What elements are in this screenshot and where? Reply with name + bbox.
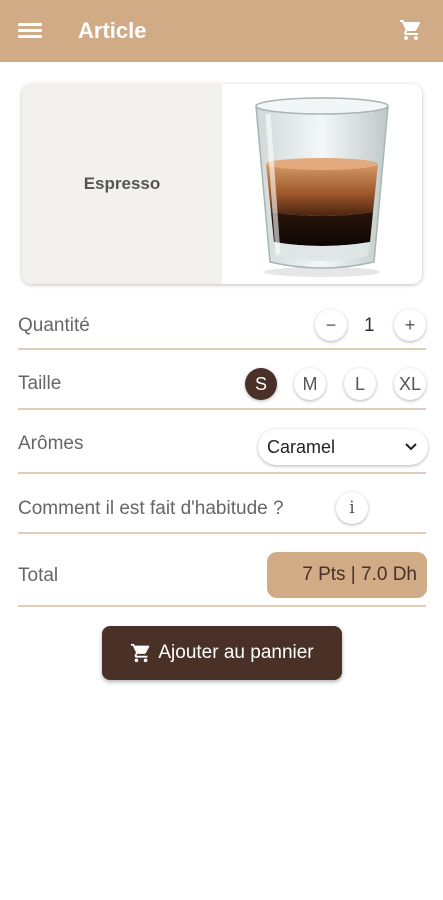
total-label: Total [18, 565, 59, 586]
quantity-value: 1 [364, 315, 375, 336]
add-to-cart-label: Ajouter au pannier [158, 642, 314, 663]
increment-button[interactable]: + [394, 309, 426, 341]
product-card: Espresso [22, 84, 422, 284]
size-option-s[interactable]: S [245, 368, 277, 400]
product-image-panel [222, 84, 422, 284]
plus-icon: + [404, 314, 416, 335]
info-icon: i [349, 498, 355, 518]
aromas-label: Arômes [18, 433, 84, 454]
aromas-select[interactable]: Caramel [258, 429, 428, 465]
minus-icon: − [325, 314, 337, 335]
cart-icon [131, 643, 150, 663]
total-value: 7 Pts | 7.0 Dh [302, 564, 417, 585]
chevron-down-icon [405, 443, 417, 451]
page-title: Article [78, 18, 147, 43]
app-bar: Article [0, 0, 443, 62]
quantity-label: Quantité [18, 315, 90, 336]
product-name: Espresso [83, 174, 161, 193]
decrement-button[interactable]: − [315, 309, 347, 341]
espresso-glass-image [255, 97, 389, 277]
cart-icon[interactable] [399, 18, 423, 42]
size-option-xl[interactable]: XL [394, 368, 426, 400]
aromas-row: Arômes Caramel [18, 412, 428, 474]
info-label: Comment il est fait d'habitude ? [18, 498, 284, 519]
total-row: Total 7 Pts | 7.0 Dh [18, 536, 427, 607]
product-name-panel: Espresso [22, 84, 222, 284]
size-option-m[interactable]: M [294, 368, 326, 400]
menu-icon[interactable] [18, 20, 42, 42]
info-row: Comment il est fait d'habitude ? i [18, 476, 426, 534]
total-price-badge: 7 Pts | 7.0 Dh [267, 552, 427, 598]
aromas-selected-value: Caramel [267, 436, 336, 457]
add-to-cart-button[interactable]: Ajouter au pannier [102, 626, 342, 680]
size-option-l[interactable]: L [344, 368, 376, 400]
quantity-row: Quantité − 1 + [18, 300, 426, 350]
size-row: Taille S M L XL [18, 352, 426, 410]
size-label: Taille [18, 373, 62, 394]
info-button[interactable]: i [336, 492, 368, 524]
